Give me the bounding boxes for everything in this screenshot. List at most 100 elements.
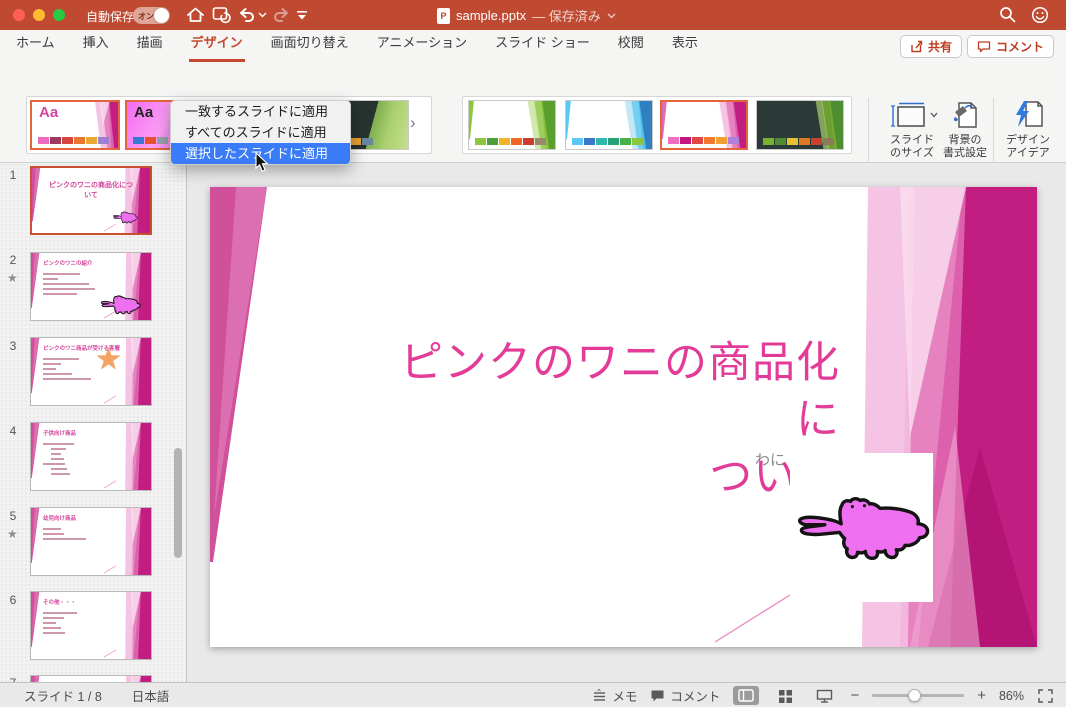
doc-status: — 保存済み <box>532 6 601 25</box>
zoom-in-button[interactable]: + <box>977 687 986 704</box>
panel-scrollbar[interactable] <box>174 448 182 558</box>
design-ideas-button[interactable]: デザイン アイデア <box>998 100 1058 164</box>
slide-sorter-icon <box>778 689 793 703</box>
maximize-window-button[interactable] <box>53 9 65 21</box>
variation-swatches <box>668 137 739 144</box>
slide-thumbnail-7[interactable] <box>30 675 152 682</box>
window-title: P sample.pptx — 保存済み <box>437 6 616 25</box>
slide-thumbnail-5[interactable]: 幼児向け商品 <box>30 507 152 576</box>
mouse-cursor <box>255 152 270 173</box>
status-comments-label: コメント <box>670 686 720 705</box>
star-shape: ★ <box>95 342 122 377</box>
variation-thumbnail-dark[interactable] <box>756 100 844 150</box>
zoom-percentage[interactable]: 86% <box>999 689 1024 703</box>
thumb-title: ピンクのワニの紹介 <box>43 259 123 267</box>
crocodile-drawing <box>112 210 138 225</box>
slideshow-view-button[interactable] <box>811 686 837 705</box>
theme-aa-label: Aa <box>39 104 58 121</box>
share-label: 共有 <box>928 38 952 55</box>
notes-icon <box>592 689 607 703</box>
feedback-smiley-icon[interactable] <box>1031 6 1049 24</box>
normal-view-button[interactable] <box>733 686 759 705</box>
design-ideas-label-2: アイデア <box>998 147 1058 160</box>
redo-icon[interactable] <box>272 6 290 24</box>
undo-dropdown-chevron-icon[interactable] <box>258 12 267 18</box>
tab-slideshow[interactable]: スライド ショー <box>493 25 592 62</box>
thumb-title: その他・・・ <box>43 598 123 606</box>
slide-thumbnail-3[interactable]: ピンクのワニ商品が受ける客層 ★ <box>30 337 152 406</box>
fit-to-window-icon[interactable] <box>1037 688 1054 704</box>
star-indicator-icon: ★ <box>7 271 18 285</box>
slideshow-icon <box>816 689 833 703</box>
current-slide-canvas[interactable]: ピンクのワニの商品化に ついて わに <box>210 187 1037 647</box>
variation-swatches <box>572 138 643 145</box>
doc-title: sample.pptx <box>456 8 526 23</box>
tab-view[interactable]: 表示 <box>670 25 700 62</box>
variation-swatches <box>475 138 546 145</box>
background-format-button[interactable]: 背景の 書式設定 <box>938 100 992 164</box>
slide-thumbnail-6[interactable]: その他・・・ <box>30 591 152 660</box>
slide-thumbnail-2[interactable]: ピンクのワニの紹介 <box>30 252 152 321</box>
background-format-icon <box>951 100 979 130</box>
tab-transitions[interactable]: 画面切り替え <box>269 25 351 62</box>
title-chevron-icon[interactable] <box>607 13 616 19</box>
search-icon[interactable] <box>999 6 1016 23</box>
theme-thumbnail-pink[interactable]: Aa <box>30 100 120 150</box>
tab-home[interactable]: ホーム <box>14 25 57 62</box>
status-bar: スライド 1 / 8 日本語 メモ コメント − + 86% <box>0 682 1066 707</box>
notes-label: メモ <box>612 686 637 705</box>
normal-view-icon <box>738 689 754 702</box>
tab-draw[interactable]: 描画 <box>135 25 165 62</box>
tab-review[interactable]: 校閲 <box>616 25 646 62</box>
undo-icon[interactable] <box>238 6 256 24</box>
crocodile-image[interactable] <box>790 453 933 602</box>
variation-thumbnail-blue[interactable] <box>565 100 653 150</box>
comment-bubble-icon <box>650 689 665 703</box>
comments-button[interactable]: コメント <box>967 35 1054 58</box>
slide-thumbnails-panel: 1 ピンクのワニの商品化について 2 ★ ピンクのワニの紹介 3 ピンクのワニ商… <box>0 163 187 682</box>
slide-title-text[interactable]: ピンクのワニの商品化に ついて <box>360 335 840 505</box>
menu-item-apply-matching[interactable]: 一致するスライドに適用 <box>171 101 350 122</box>
notes-button[interactable]: メモ <box>592 686 637 705</box>
slide-thumbnail-4[interactable]: 子供向け商品 <box>30 422 152 491</box>
variation-thumbnail-green[interactable] <box>468 100 556 150</box>
thumb-bullets <box>43 355 103 383</box>
slide-sorter-view-button[interactable] <box>772 686 798 705</box>
slide-number: 4 <box>4 424 22 438</box>
slide-editor-workspace: ピンクのワニの商品化に ついて わに <box>187 163 1066 682</box>
share-button[interactable]: 共有 <box>900 35 962 58</box>
slide-number: 5 <box>4 509 22 523</box>
slide-thumbnail-1[interactable]: ピンクのワニの商品化について <box>30 166 152 235</box>
theme-swatches <box>38 137 109 144</box>
thumb-bullets <box>43 440 117 478</box>
thumb-bullets <box>43 609 117 637</box>
zoom-out-button[interactable]: − <box>850 687 859 704</box>
comments-label: コメント <box>996 38 1044 55</box>
home-icon[interactable] <box>186 6 205 24</box>
language-indicator[interactable]: 日本語 <box>132 686 170 705</box>
autosave-label: 自動保存 <box>86 8 134 25</box>
close-window-button[interactable] <box>13 9 25 21</box>
slide-number: 1 <box>4 168 22 182</box>
thumb-title: 幼児向け商品 <box>43 514 123 522</box>
menu-item-apply-all[interactable]: すべてのスライドに適用 <box>171 122 350 143</box>
slide-size-button[interactable]: スライド のサイズ <box>884 100 940 164</box>
ribbon-tabs: ホーム 挿入 描画 デザイン 画面切り替え アニメーション スライド ショー 校… <box>14 30 700 62</box>
slide-title-line-1: ピンクのワニの商品化に <box>360 335 840 449</box>
zoom-slider[interactable] <box>872 694 964 697</box>
toggle-knob <box>154 8 169 23</box>
tab-insert[interactable]: 挿入 <box>81 25 111 62</box>
variation-thumbnail-pink[interactable] <box>660 100 748 150</box>
minimize-window-button[interactable] <box>33 9 45 21</box>
crocodile-drawing <box>99 293 141 317</box>
zoom-slider-thumb[interactable] <box>908 689 921 702</box>
tab-design[interactable]: デザイン <box>189 25 245 62</box>
star-indicator-icon: ★ <box>7 527 18 541</box>
tab-animations[interactable]: アニメーション <box>375 25 469 62</box>
autosave-toggle[interactable]: オン <box>133 7 170 24</box>
toolbar-overflow-icon[interactable] <box>296 11 308 20</box>
crocodile-drawing <box>792 489 930 569</box>
themes-gallery-more-arrow[interactable]: › <box>410 114 416 131</box>
save-sync-icon[interactable] <box>212 6 232 24</box>
status-comments-button[interactable]: コメント <box>650 686 720 705</box>
